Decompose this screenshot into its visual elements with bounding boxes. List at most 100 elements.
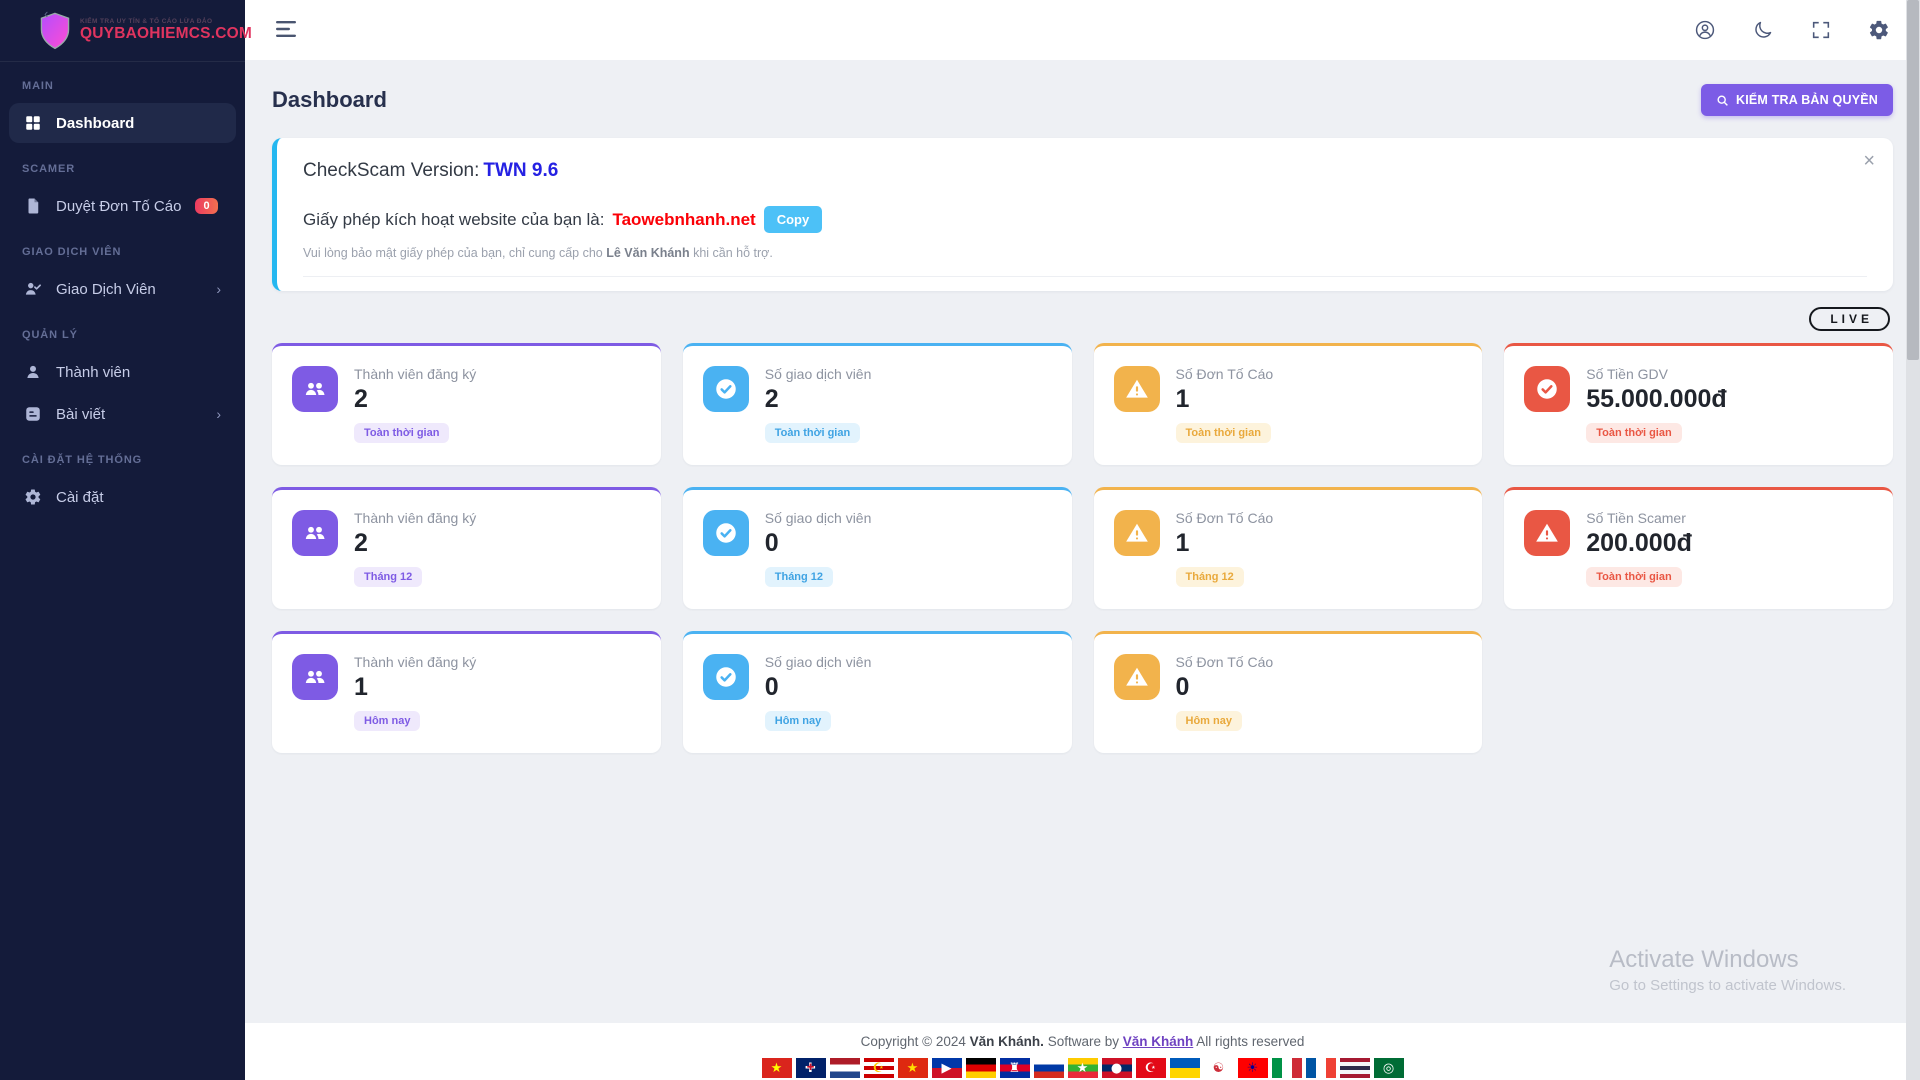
check-license-label: KIỂM TRA BẢN QUYỀN [1736, 93, 1878, 107]
version-value: TWN 9.6 [483, 160, 558, 181]
count-badge: 0 [195, 198, 217, 214]
scrollbar-thumb[interactable] [1907, 0, 1919, 360]
license-notice-card: × CheckScam Version:TWN 9.6 Giấy phép kí… [272, 138, 1893, 291]
license-domain: Taowebnhanh.net [612, 210, 755, 230]
support-contact-name: Lê Văn Khánh [606, 246, 689, 260]
stat-period-badge: Hôm nay [354, 711, 420, 731]
live-badge: LIVE [1809, 307, 1890, 331]
user-icon [24, 363, 42, 381]
flag-france[interactable] [1306, 1058, 1336, 1078]
flag-laos[interactable]: ● [1102, 1058, 1132, 1078]
stat-title: Số Tiền Scamer [1586, 510, 1692, 526]
stat-value: 0 [765, 529, 872, 558]
stat-period-badge: Toàn thời gian [354, 423, 449, 443]
sidebar-section-label: MAIN [0, 62, 245, 101]
settings-gear-icon[interactable] [1868, 19, 1890, 41]
topbar [245, 0, 1920, 60]
flag-south-korea[interactable]: ☯ [1204, 1058, 1234, 1078]
brand-text: KIỂM TRA UY TÍN & TỐ CÁO LỪA ĐẢO QUYBAOH… [80, 18, 252, 43]
stat-title: Số giao dịch viên [765, 366, 872, 382]
sidebar-item-thanh-vien[interactable]: Thành viên [9, 352, 236, 392]
copy-button[interactable]: Copy [764, 206, 823, 233]
users-icon [292, 366, 338, 412]
flag-arab-league[interactable]: ◎ [1374, 1058, 1404, 1078]
stat-period-badge: Hôm nay [1176, 711, 1242, 731]
flag-myanmar[interactable]: ★ [1068, 1058, 1098, 1078]
copyright-owner: Văn Khánh. [970, 1034, 1044, 1049]
flag-vietnam[interactable]: ★ [762, 1058, 792, 1078]
sidebar-item-bai-viet[interactable]: Bài viết › [9, 394, 236, 434]
sidebar-collapse-icon[interactable]: ‹ [44, 6, 48, 21]
brand-tagline: KIỂM TRA UY TÍN & TỐ CÁO LỪA ĐẢO [80, 18, 252, 25]
stat-card: Số giao dịch viên 0 Hôm nay [683, 631, 1072, 753]
flag-united-kingdom[interactable]: ✚✚ [796, 1058, 826, 1078]
stat-title: Số Đơn Tố Cáo [1176, 654, 1274, 670]
scrollbar-track[interactable] [1906, 0, 1920, 1080]
stat-title: Thành viên đăng ký [354, 366, 476, 382]
stat-card: Thành viên đăng ký 2 Toàn thời gian [272, 343, 661, 465]
stat-value: 0 [765, 673, 872, 702]
sidebar-item-giao-dich-vien[interactable]: Giao Dịch Viên › [9, 269, 236, 309]
dark-mode-moon-icon[interactable] [1752, 19, 1774, 41]
sidebar-item-cai-dat[interactable]: Cài đặt [9, 477, 236, 517]
flag-netherlands[interactable] [830, 1058, 860, 1078]
stat-value: 2 [765, 385, 872, 414]
flag-ukraine[interactable] [1170, 1058, 1200, 1078]
fullscreen-icon[interactable] [1810, 19, 1832, 41]
menu-toggle-icon[interactable] [275, 20, 299, 40]
stat-card: Số Tiền Scamer 200.000đ Toàn thời gian [1504, 487, 1893, 609]
main-column: Dashboard KIỂM TRA BẢN QUYỀN × CheckScam… [245, 0, 1920, 1080]
stat-card: Thành viên đăng ký 2 Tháng 12 [272, 487, 661, 609]
user-check-icon [24, 280, 42, 298]
flag-germany[interactable] [966, 1058, 996, 1078]
page-title: Dashboard [272, 87, 387, 113]
stat-title: Thành viên đăng ký [354, 510, 476, 526]
page-header: Dashboard KIỂM TRA BẢN QUYỀN [272, 84, 1893, 116]
brand-logo[interactable]: KIỂM TRA UY TÍN & TỐ CÁO LỪA ĐẢO QUYBAOH… [0, 0, 245, 62]
sidebar-item-dashboard[interactable]: Dashboard [9, 103, 236, 143]
stat-period-badge: Tháng 12 [354, 567, 422, 587]
check-circle-icon [703, 510, 749, 556]
sidebar-nav: MAIN Dashboard SCAMER Duyệt Đơn Tố Cáo 0… [0, 62, 245, 517]
stat-card: Số giao dịch viên 0 Tháng 12 [683, 487, 1072, 609]
users-icon [292, 654, 338, 700]
flag-turkey[interactable]: ☪ [1136, 1058, 1166, 1078]
flag-philippines[interactable]: ▶ [932, 1058, 962, 1078]
stat-value: 200.000đ [1586, 529, 1692, 558]
activate-windows-watermark: Activate Windows Go to Settings to activ… [1609, 946, 1846, 994]
sidebar: ‹ KIỂM TRA UY TÍN & TỐ CÁO LỪA ĐẢO QUYBA… [0, 0, 245, 1080]
stat-title: Số Tiền GDV [1586, 366, 1726, 382]
user-profile-icon[interactable] [1694, 19, 1716, 41]
flag-cambodia[interactable]: ♜ [1000, 1058, 1030, 1078]
sidebar-item-label: Giao Dịch Viên [56, 281, 156, 298]
stat-card: Số Tiền GDV 55.000.000đ Toàn thời gian [1504, 343, 1893, 465]
stat-period-badge: Tháng 12 [1176, 567, 1244, 587]
software-author-link[interactable]: Văn Khánh [1123, 1034, 1194, 1049]
sidebar-section: SCAMER Duyệt Đơn Tố Cáo 0 [0, 145, 245, 226]
search-icon [1716, 94, 1729, 107]
license-label: Giấy phép kích hoạt website của bạn là: [303, 210, 604, 230]
flag-russia[interactable] [1034, 1058, 1064, 1078]
checkscam-version-line: CheckScam Version:TWN 9.6 [303, 160, 1867, 182]
warning-icon [1114, 654, 1160, 700]
stat-value: 1 [1176, 529, 1274, 558]
sidebar-item-duyet-don-to-cao[interactable]: Duyệt Đơn Tố Cáo 0 [9, 186, 236, 226]
flag-taiwan[interactable]: ☀ [1238, 1058, 1268, 1078]
language-flags-row: ★✚✚☪★▶♜★●☪☯☀◎ [245, 1058, 1920, 1078]
sidebar-section: CÀI ĐẶT HỆ THỐNG Cài đặt [0, 436, 245, 517]
flag-thailand[interactable] [1340, 1058, 1370, 1078]
sidebar-section-label: QUẢN LÝ [0, 311, 245, 350]
license-note: Vui lòng bảo mật giấy phép của bạn, chỉ … [303, 246, 1867, 260]
sidebar-item-label: Bài viết [56, 406, 105, 423]
flag-malaysia[interactable]: ☪ [864, 1058, 894, 1078]
flag-china[interactable]: ★ [898, 1058, 928, 1078]
stat-value: 1 [1176, 385, 1274, 414]
stat-period-badge: Toàn thời gian [1586, 423, 1681, 443]
grid-icon [24, 114, 42, 132]
check-license-button[interactable]: KIỂM TRA BẢN QUYỀN [1701, 84, 1893, 116]
blog-icon [24, 405, 42, 423]
stat-period-badge: Tháng 12 [765, 567, 833, 587]
close-icon[interactable]: × [1863, 150, 1875, 173]
stat-period-badge: Toàn thời gian [1586, 567, 1681, 587]
flag-italy[interactable] [1272, 1058, 1302, 1078]
